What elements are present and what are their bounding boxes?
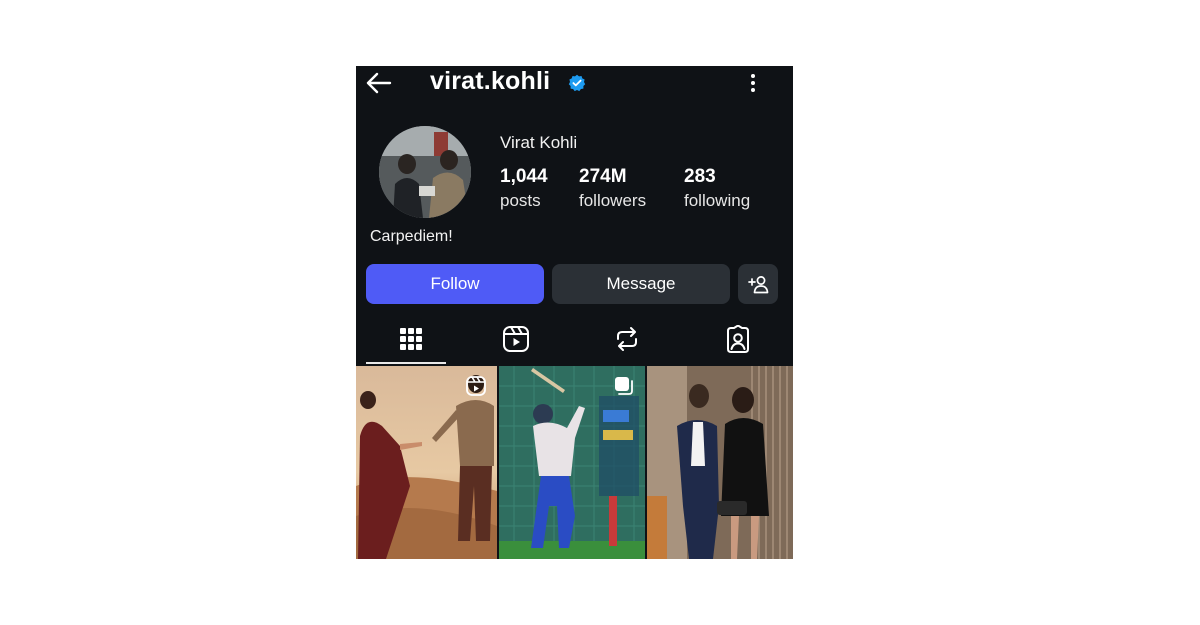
arrow-left-icon[interactable]	[364, 70, 394, 96]
grid-icon	[400, 328, 422, 350]
stat-value: 1,044	[500, 166, 548, 187]
verified-badge-icon	[568, 74, 586, 92]
stat-label: posts	[500, 191, 541, 210]
stat-label: following	[684, 191, 751, 210]
post-thumbnail[interactable]	[356, 366, 497, 559]
avatar-photo	[379, 126, 471, 218]
display-name: Virat Kohli	[500, 133, 578, 152]
followers-count[interactable]: 274M followers	[579, 166, 646, 214]
reel-icon	[466, 376, 486, 396]
stat-label: followers	[579, 191, 647, 210]
tab-reels[interactable]	[461, 316, 571, 362]
tab-posts[interactable]	[356, 316, 466, 362]
tab-selected-indicator	[366, 362, 446, 364]
stat-value: 274M	[579, 166, 627, 187]
reposts-icon	[617, 327, 637, 351]
reels-icon	[503, 326, 529, 352]
post-thumbnail[interactable]	[499, 366, 645, 559]
tagged-icon	[727, 325, 749, 353]
follow-button[interactable]: Follow	[366, 264, 544, 304]
multi-post-icon	[615, 377, 633, 395]
bio: Carpediem!	[370, 228, 453, 245]
profile-tabs	[356, 316, 793, 366]
post-photo	[647, 366, 793, 559]
top-bar: virat.kohli	[356, 66, 793, 100]
more-vertical-icon[interactable]	[745, 70, 761, 96]
tab-reposts[interactable]	[572, 316, 682, 362]
username: virat.kohli	[430, 67, 551, 95]
post-thumbnail[interactable]	[647, 366, 793, 559]
posts-count: 1,044 posts	[500, 166, 548, 214]
posts-grid	[356, 366, 793, 559]
stat-value: 283	[684, 166, 716, 187]
message-button[interactable]: Message	[552, 264, 730, 304]
tab-tagged[interactable]	[683, 316, 793, 362]
add-person-icon	[748, 276, 769, 294]
avatar[interactable]	[379, 126, 471, 218]
suggest-users-button[interactable]	[738, 264, 778, 304]
following-count[interactable]: 283 following	[684, 166, 750, 214]
profile-screen: virat.kohli Virat Kohli 1,044 posts 274M…	[356, 66, 793, 559]
